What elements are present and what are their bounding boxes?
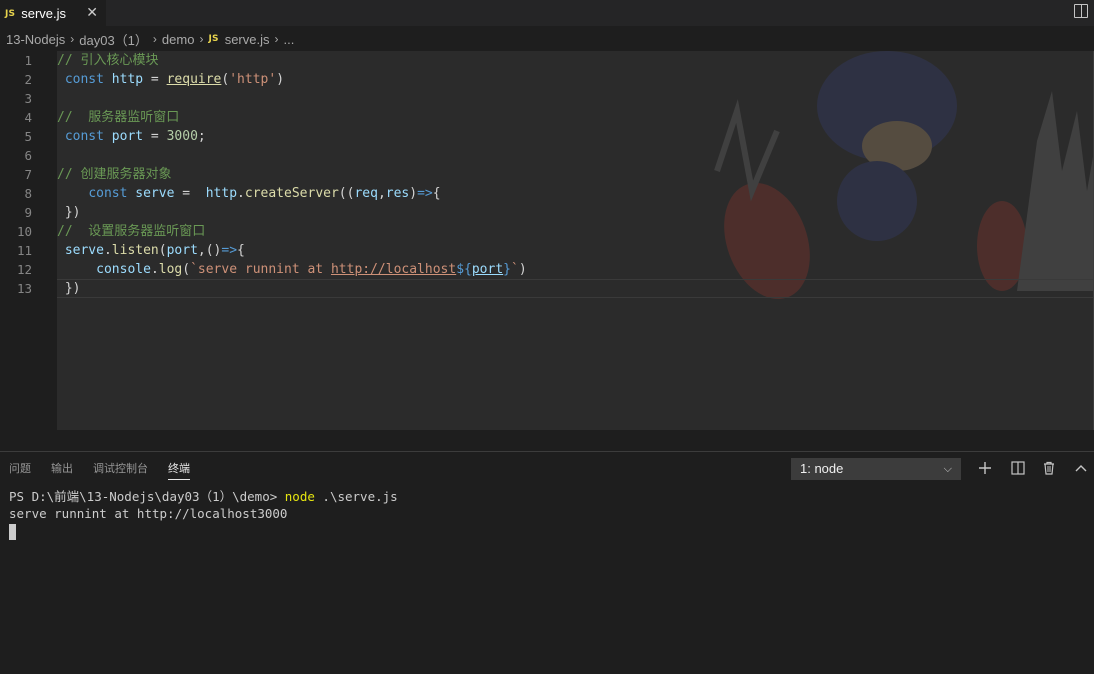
terminal-cursor [9,524,16,540]
tab-label: serve.js [21,6,67,21]
line-number: 7 [24,167,32,182]
editor-tab-bar: JS serve.js ✕ [0,0,1094,26]
terminal-args: .\serve.js [314,489,398,504]
trash-icon[interactable] [1039,458,1059,478]
line-number: 11 [16,243,32,258]
terminal-line-output: serve runnint at http://localhost3000 [9,506,288,521]
code-line-7: // 创建服务器对象 [57,165,171,184]
line-number: 12 [16,262,32,277]
terminal-select-dropdown[interactable]: 1: node ⌵ [791,458,961,480]
code-line-4: // 服务器监听窗口 [57,108,179,127]
code-line-2: const http = require('http') [64,72,285,87]
chevron-up-icon[interactable] [1071,458,1091,478]
code-line-11: serve.listen(port,()=>{ [64,243,245,258]
tab-debug-console[interactable]: 调试控制台 [93,452,148,486]
plus-icon[interactable] [975,458,995,478]
panel-tabs: 问题 输出 调试控制台 终端 [0,452,210,486]
code-line-12: console.log(`serve runnint at http://loc… [96,262,527,277]
code-line-9: }) [57,205,81,220]
line-number: 3 [24,91,32,106]
tab-serve-js[interactable]: JS serve.js ✕ [0,0,106,26]
terminal-prompt: PS D:\前端\13-Nodejs\day03（1）\demo> [9,489,285,504]
code-line-10: // 设置服务器监听窗口 [57,222,205,241]
terminal-output[interactable]: PS D:\前端\13-Nodejs\day03（1）\demo> node .… [9,488,398,540]
code-token: // 设置服务器监听窗口 [57,224,206,239]
terminal-line-cursor [9,522,398,540]
chevron-right-icon: › [274,32,279,46]
code-area[interactable]: // 引入核心模块 const http = require('http') /… [57,51,1094,430]
chevron-right-icon: › [70,32,75,46]
bottom-panel: 问题 输出 调试控制台 终端 1: node ⌵ PS D:\前端\13-Nod… [0,451,1094,674]
js-file-icon: JS [5,8,16,19]
breadcrumb-item-demo[interactable]: demo [162,32,195,47]
tab-terminal[interactable]: 终端 [168,452,190,486]
chevron-right-icon: › [199,32,204,46]
line-number: 10 [16,224,32,239]
line-number: 8 [24,186,32,201]
chevron-right-icon: › [152,32,157,46]
background-character-art [714,51,1094,300]
breadcrumb-file-label: serve.js [224,31,270,47]
line-number: 2 [24,72,32,87]
code-token: // 引入核心模块 [57,53,159,68]
current-line-highlight [57,279,1094,298]
line-number: 13 [16,281,32,296]
line-number: 9 [24,205,32,220]
breadcrumb-item-day03[interactable]: day03（1） [79,30,148,49]
breadcrumb-item-serve-js[interactable]: JS serve.js [208,32,269,47]
terminal-command: node [284,489,315,504]
line-number: 6 [24,148,32,163]
code-line-5: const port = 3000; [64,129,206,144]
split-terminal-icon[interactable] [1008,458,1028,478]
line-number: 1 [24,53,32,68]
line-number: 5 [24,129,32,144]
js-file-icon: JS [208,34,219,44]
terminal-select-value: 1: node [800,461,844,476]
code-line-1: // 引入核心模块 [57,51,158,70]
split-editor-icon[interactable] [1074,4,1088,18]
breadcrumb: 13-Nodejs › day03（1） › demo › JS serve.j… [0,28,1094,50]
chevron-down-icon: ⌵ [943,463,952,475]
close-icon[interactable]: ✕ [86,5,98,21]
line-number-gutter: 1 2 3 4 5 6 7 8 9 10 11 12 13 [0,51,57,430]
tab-output[interactable]: 输出 [51,452,73,486]
code-line-13: }) [57,281,81,296]
tab-problems[interactable]: 问题 [9,452,31,486]
code-editor[interactable]: 1 2 3 4 5 6 7 8 9 10 11 12 13 // 引入核心模块 … [0,51,1094,430]
breadcrumb-item-13-nodejs[interactable]: 13-Nodejs [6,32,65,47]
code-token: // 创建服务器对象 [57,167,172,182]
breadcrumb-item-ellipsis[interactable]: ... [283,32,294,47]
code-line-8: const serve = http.createServer((req,res… [88,186,441,201]
code-token: // 服务器监听窗口 [57,110,180,125]
terminal-line-command: PS D:\前端\13-Nodejs\day03（1）\demo> node .… [9,488,398,505]
line-number: 4 [24,110,32,125]
